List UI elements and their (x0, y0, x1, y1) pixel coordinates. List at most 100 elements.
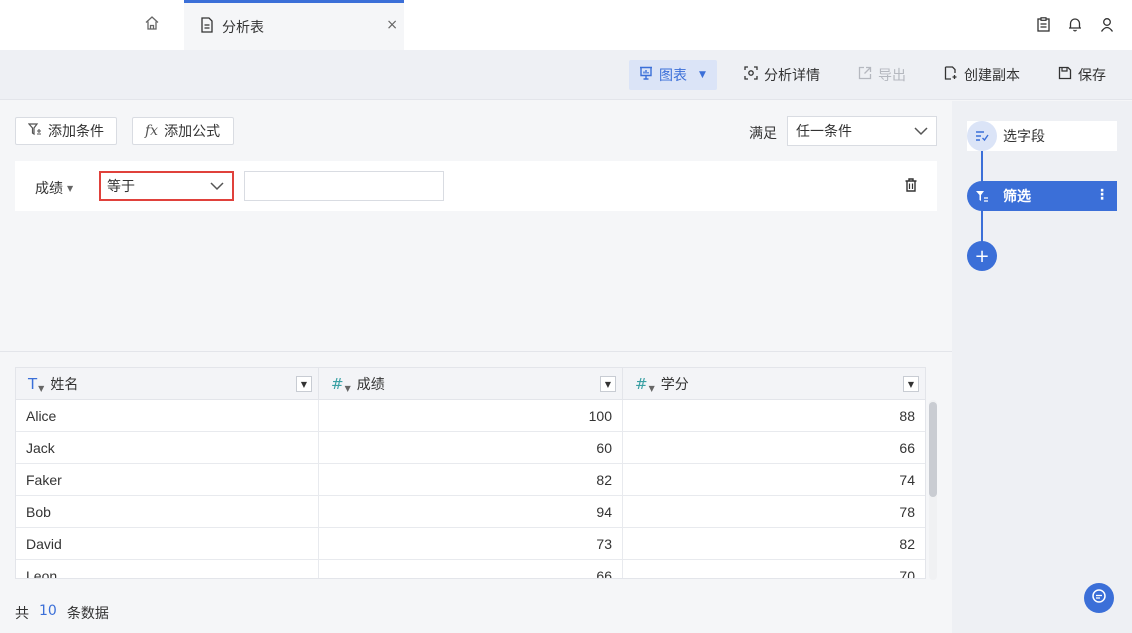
cell-credit: 70 (899, 567, 915, 579)
divider (0, 351, 952, 352)
document-icon (200, 16, 214, 37)
number-type-icon: # ▼ (635, 374, 655, 393)
table-row: David 73 82 (16, 528, 925, 560)
bell-icon[interactable] (1068, 16, 1082, 32)
table-row: Jack 60 66 (16, 432, 925, 464)
save-label: 保存 (1078, 68, 1106, 84)
row-count-suffix: 条数据 (66, 606, 109, 622)
step-filter[interactable]: 筛选 ⋮ (967, 181, 1117, 211)
add-step-button[interactable]: + (967, 241, 997, 271)
cell-score: 100 (319, 400, 623, 431)
condition-value-input[interactable] (244, 171, 444, 201)
cell-name: Alice (16, 400, 319, 431)
cell-name: David (16, 528, 319, 559)
clipboard-icon[interactable] (1036, 16, 1050, 32)
select-fields-icon (967, 121, 997, 151)
user-icon[interactable] (1100, 16, 1114, 32)
column-label: 学分 (660, 376, 689, 393)
trash-icon[interactable] (905, 178, 917, 196)
caret-down-icon: ▼ (699, 70, 706, 80)
table-body: Alice 100 88 Jack 60 66 Faker 82 74 Bob … (16, 400, 925, 578)
column-header-name[interactable]: T ▼ 姓名 ▼ (16, 368, 319, 399)
scrollbar-thumb[interactable] (929, 402, 937, 497)
chart-label: 图表 (659, 68, 687, 84)
cell-credit: 82 (899, 535, 915, 552)
cell-name: Leon (16, 560, 319, 578)
column-menu-button[interactable]: ▼ (903, 376, 919, 392)
steps-panel: 选字段 筛选 ⋮ + (952, 101, 1132, 633)
step-select-fields[interactable]: 选字段 (967, 121, 1117, 151)
operator-select[interactable]: 等于 (99, 171, 234, 201)
table-row: Bob 94 78 (16, 496, 925, 528)
save-button[interactable]: 保存 (1058, 60, 1106, 90)
cell-credit: 78 (899, 503, 915, 520)
export-button[interactable]: 导出 (858, 60, 906, 90)
chart-button[interactable]: 图表 ▼ (629, 60, 717, 90)
top-right-actions (1036, 16, 1114, 32)
condition-field-label: 成绩 (35, 181, 63, 197)
analysis-detail-button[interactable]: 分析详情 (744, 60, 820, 90)
more-options-icon[interactable]: ⋮ (1095, 187, 1109, 203)
add-formula-button[interactable]: fx 添加公式 (132, 117, 234, 145)
cell-name: Faker (16, 464, 319, 495)
close-tab-icon[interactable]: × (386, 17, 398, 33)
top-bar: 分析表 × (0, 0, 1132, 50)
add-formula-label: 添加公式 (164, 124, 221, 140)
satisfy-select[interactable]: 任一条件 (787, 116, 937, 146)
step-label: 选字段 (1003, 129, 1045, 145)
table-row: Alice 100 88 (16, 400, 925, 432)
operator-value: 等于 (107, 179, 135, 195)
row-count-prefix: 共 (15, 606, 29, 622)
text-type-icon: T ▼ (28, 374, 45, 393)
create-copy-label: 创建副本 (964, 68, 1020, 84)
table-row: Faker 82 74 (16, 464, 925, 496)
column-header-score[interactable]: # ▼ 成绩 ▼ (319, 368, 623, 399)
cell-credit: 66 (899, 439, 915, 456)
satisfy-label: 满足 (749, 126, 777, 142)
caret-down-icon: ▼ (67, 183, 74, 193)
column-label: 姓名 (50, 376, 79, 393)
table-header: T ▼ 姓名 ▼ # ▼ 成绩 ▼ # ▼ 学分 ▼ (16, 368, 925, 400)
chevron-down-icon (210, 180, 224, 196)
filter-add-icon (27, 122, 42, 140)
step-label: 筛选 (1003, 189, 1031, 205)
cell-score: 73 (319, 528, 623, 559)
main-panel: 添加条件 fx 添加公式 满足 任一条件 成绩 ▼ 等于 T ▼ 姓名 ▼ # … (0, 101, 952, 633)
scan-icon (744, 66, 758, 84)
cell-score: 94 (319, 496, 623, 527)
column-header-credit[interactable]: # ▼ 学分 ▼ (623, 368, 925, 399)
home-tab[interactable] (120, 0, 184, 50)
toolbar: 图表 ▼ 分析详情 导出 创建副本 保存 (0, 50, 1132, 100)
home-icon (144, 15, 160, 35)
column-menu-button[interactable]: ▼ (600, 376, 616, 392)
data-table: T ▼ 姓名 ▼ # ▼ 成绩 ▼ # ▼ 学分 ▼ Alice 100 88 J (15, 367, 926, 579)
condition-field-select[interactable]: 成绩 ▼ (35, 178, 73, 198)
column-label: 成绩 (356, 376, 385, 393)
fx-icon: fx (145, 123, 159, 139)
row-count: 共 10 条数据 (15, 603, 109, 623)
export-label: 导出 (878, 68, 906, 84)
chevron-down-icon (914, 125, 928, 141)
cell-score: 82 (319, 464, 623, 495)
chat-support-button[interactable] (1084, 583, 1114, 613)
tab-analysis-table[interactable]: 分析表 × (184, 0, 404, 50)
cell-credit: 74 (899, 471, 915, 488)
tab-label: 分析表 (222, 19, 264, 36)
chat-icon (1091, 588, 1107, 608)
table-row: Leon 66 70 (16, 560, 925, 578)
cell-score: 66 (319, 560, 623, 578)
add-condition-button[interactable]: 添加条件 (15, 117, 117, 145)
condition-row: 成绩 ▼ 等于 (15, 161, 937, 211)
cell-name: Jack (16, 432, 319, 463)
cell-name: Bob (16, 496, 319, 527)
satisfy-value: 任一条件 (796, 124, 852, 140)
copy-file-icon (944, 66, 958, 84)
filter-icon (967, 181, 997, 211)
create-copy-button[interactable]: 创建副本 (944, 60, 1020, 90)
column-menu-button[interactable]: ▼ (296, 376, 312, 392)
presentation-chart-icon (639, 66, 653, 84)
analysis-detail-label: 分析详情 (764, 68, 820, 84)
row-count-value: 10 (39, 603, 57, 619)
save-icon (1058, 66, 1072, 84)
add-condition-label: 添加条件 (48, 124, 104, 140)
